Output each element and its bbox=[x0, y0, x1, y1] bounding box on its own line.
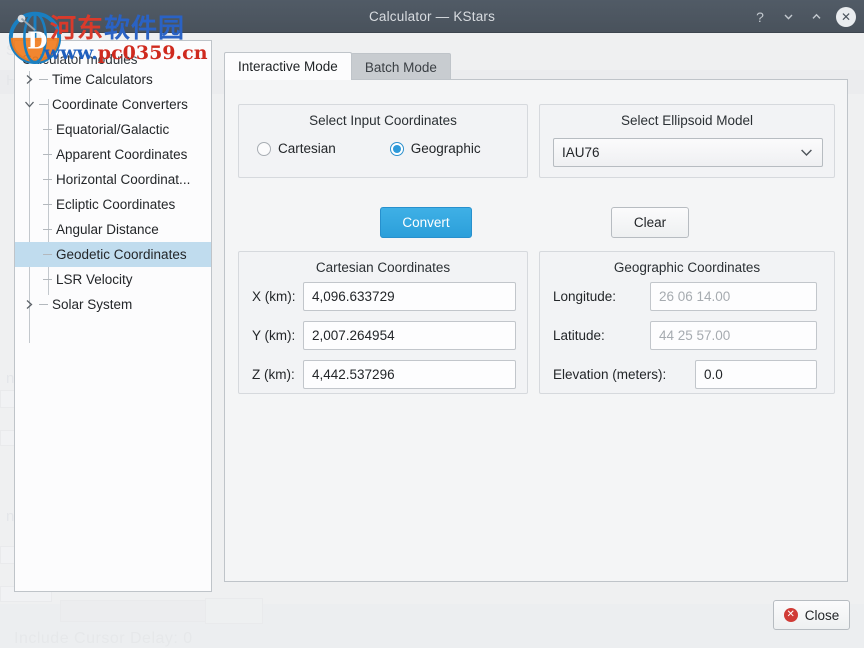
chevron-right-icon[interactable] bbox=[23, 74, 36, 85]
ellipsoid-model-value: IAU76 bbox=[562, 145, 600, 160]
tree-item-label: Coordinate Converters bbox=[52, 97, 188, 112]
tree-item-label: Time Calculators bbox=[52, 72, 153, 87]
radio-indicator-on bbox=[390, 142, 404, 156]
tree-item-equatorial-galactic[interactable]: Equatorial/Galactic bbox=[15, 117, 211, 142]
tree-item-label: Equatorial/Galactic bbox=[56, 122, 169, 137]
tree-item-angular-distance[interactable]: Angular Distance bbox=[15, 217, 211, 242]
group-title-cartesian: Cartesian Coordinates bbox=[239, 260, 527, 275]
label-latitude: Latitude: bbox=[553, 321, 605, 350]
mode-tab-widget: Interactive Mode Batch Mode Select Input… bbox=[224, 52, 848, 582]
help-icon[interactable]: ? bbox=[752, 9, 768, 25]
tree-items: Time Calculators Coordinate Converters E… bbox=[15, 67, 211, 317]
window-controls: ? ✕ bbox=[752, 0, 856, 33]
input-elevation[interactable]: 0.0 bbox=[695, 360, 817, 389]
tree-item-horizontal-coordinates[interactable]: Horizontal Coordinat... bbox=[15, 167, 211, 192]
ghost-text-line3: Include Cursor Delay: 0 bbox=[14, 630, 193, 648]
chevron-up-icon[interactable] bbox=[808, 9, 824, 25]
tab-batch-mode[interactable]: Batch Mode bbox=[351, 53, 451, 80]
select-input-coordinates-group: Select Input Coordinates Cartesian Geogr… bbox=[238, 104, 528, 178]
close-error-icon: ✕ bbox=[784, 608, 798, 622]
tab-interactive-mode[interactable]: Interactive Mode bbox=[224, 52, 352, 80]
tree-item-label: LSR Velocity bbox=[56, 272, 133, 287]
close-button-label: Close bbox=[805, 608, 840, 623]
window-title: Calculator — KStars bbox=[0, 9, 864, 24]
group-title-input-coordinates: Select Input Coordinates bbox=[239, 113, 527, 128]
input-latitude[interactable]: 44 25 57.00 bbox=[650, 321, 817, 350]
radio-label: Geographic bbox=[411, 141, 481, 156]
input-coordinates-radio-group: Cartesian Geographic bbox=[239, 141, 527, 156]
geographic-coordinates-group: Geographic Coordinates Longitude: 26 06 … bbox=[539, 251, 835, 394]
tree-item-label: Horizontal Coordinat... bbox=[56, 172, 190, 187]
cartesian-coordinates-group: Cartesian Coordinates X (km): 4,096.6337… bbox=[238, 251, 528, 394]
title-bar: Calculator — KStars ? ✕ bbox=[0, 0, 864, 33]
input-longitude[interactable]: 26 06 14.00 bbox=[650, 282, 817, 311]
chevron-down-icon[interactable] bbox=[780, 9, 796, 25]
select-ellipsoid-model-group: Select Ellipsoid Model IAU76 bbox=[539, 104, 835, 178]
radio-indicator-off bbox=[257, 142, 271, 156]
label-x-km: X (km): bbox=[252, 282, 296, 311]
label-elevation: Elevation (meters): bbox=[553, 360, 666, 389]
tree-item-solar-system[interactable]: Solar System bbox=[15, 292, 211, 317]
clear-button[interactable]: Clear bbox=[611, 207, 689, 238]
ellipsoid-model-select[interactable]: IAU76 bbox=[553, 138, 823, 167]
input-z-km[interactable]: 4,442.537296 bbox=[303, 360, 516, 389]
tab-bar: Interactive Mode Batch Mode bbox=[224, 52, 451, 80]
tree-item-geodetic-coordinates[interactable]: Geodetic Coordinates bbox=[15, 242, 211, 267]
radio-geographic[interactable]: Geographic bbox=[390, 141, 481, 156]
convert-button[interactable]: Convert bbox=[380, 207, 472, 238]
tree-item-apparent-coordinates[interactable]: Apparent Coordinates bbox=[15, 142, 211, 167]
input-y-km[interactable]: 2,007.264954 bbox=[303, 321, 516, 350]
tree-item-ecliptic-coordinates[interactable]: Ecliptic Coordinates bbox=[15, 192, 211, 217]
tree-item-coordinate-converters[interactable]: Coordinate Converters bbox=[15, 92, 211, 117]
close-window-icon[interactable]: ✕ bbox=[836, 7, 856, 27]
calculator-modules-tree[interactable]: Time Calculators Coordinate Converters E… bbox=[14, 40, 212, 592]
label-z-km: Z (km): bbox=[252, 360, 295, 389]
chevron-down-icon bbox=[800, 148, 813, 157]
label-longitude: Longitude: bbox=[553, 282, 616, 311]
chevron-down-icon[interactable] bbox=[23, 100, 36, 109]
radio-label: Cartesian bbox=[278, 141, 336, 156]
tab-panel-interactive-mode: Select Input Coordinates Cartesian Geogr… bbox=[224, 79, 848, 582]
input-x-km[interactable]: 4,096.633729 bbox=[303, 282, 516, 311]
group-title-geographic: Geographic Coordinates bbox=[540, 260, 834, 275]
sidebar-header-label: Calculator modules bbox=[14, 47, 212, 72]
tree-item-label: Solar System bbox=[52, 297, 132, 312]
group-title-ellipsoid-model: Select Ellipsoid Model bbox=[540, 113, 834, 128]
tree-item-label: Ecliptic Coordinates bbox=[56, 197, 175, 212]
chevron-right-icon[interactable] bbox=[23, 299, 36, 310]
radio-cartesian[interactable]: Cartesian bbox=[257, 141, 336, 156]
tree-item-lsr-velocity[interactable]: LSR Velocity bbox=[15, 267, 211, 292]
tree-item-label: Apparent Coordinates bbox=[56, 147, 187, 162]
application-window: Source Help n)003(006) n)004(002) Includ… bbox=[0, 0, 864, 648]
close-button[interactable]: ✕ Close bbox=[773, 600, 850, 630]
label-y-km: Y (km): bbox=[252, 321, 295, 350]
tree-item-label: Geodetic Coordinates bbox=[56, 247, 187, 262]
tree-item-label: Angular Distance bbox=[56, 222, 159, 237]
